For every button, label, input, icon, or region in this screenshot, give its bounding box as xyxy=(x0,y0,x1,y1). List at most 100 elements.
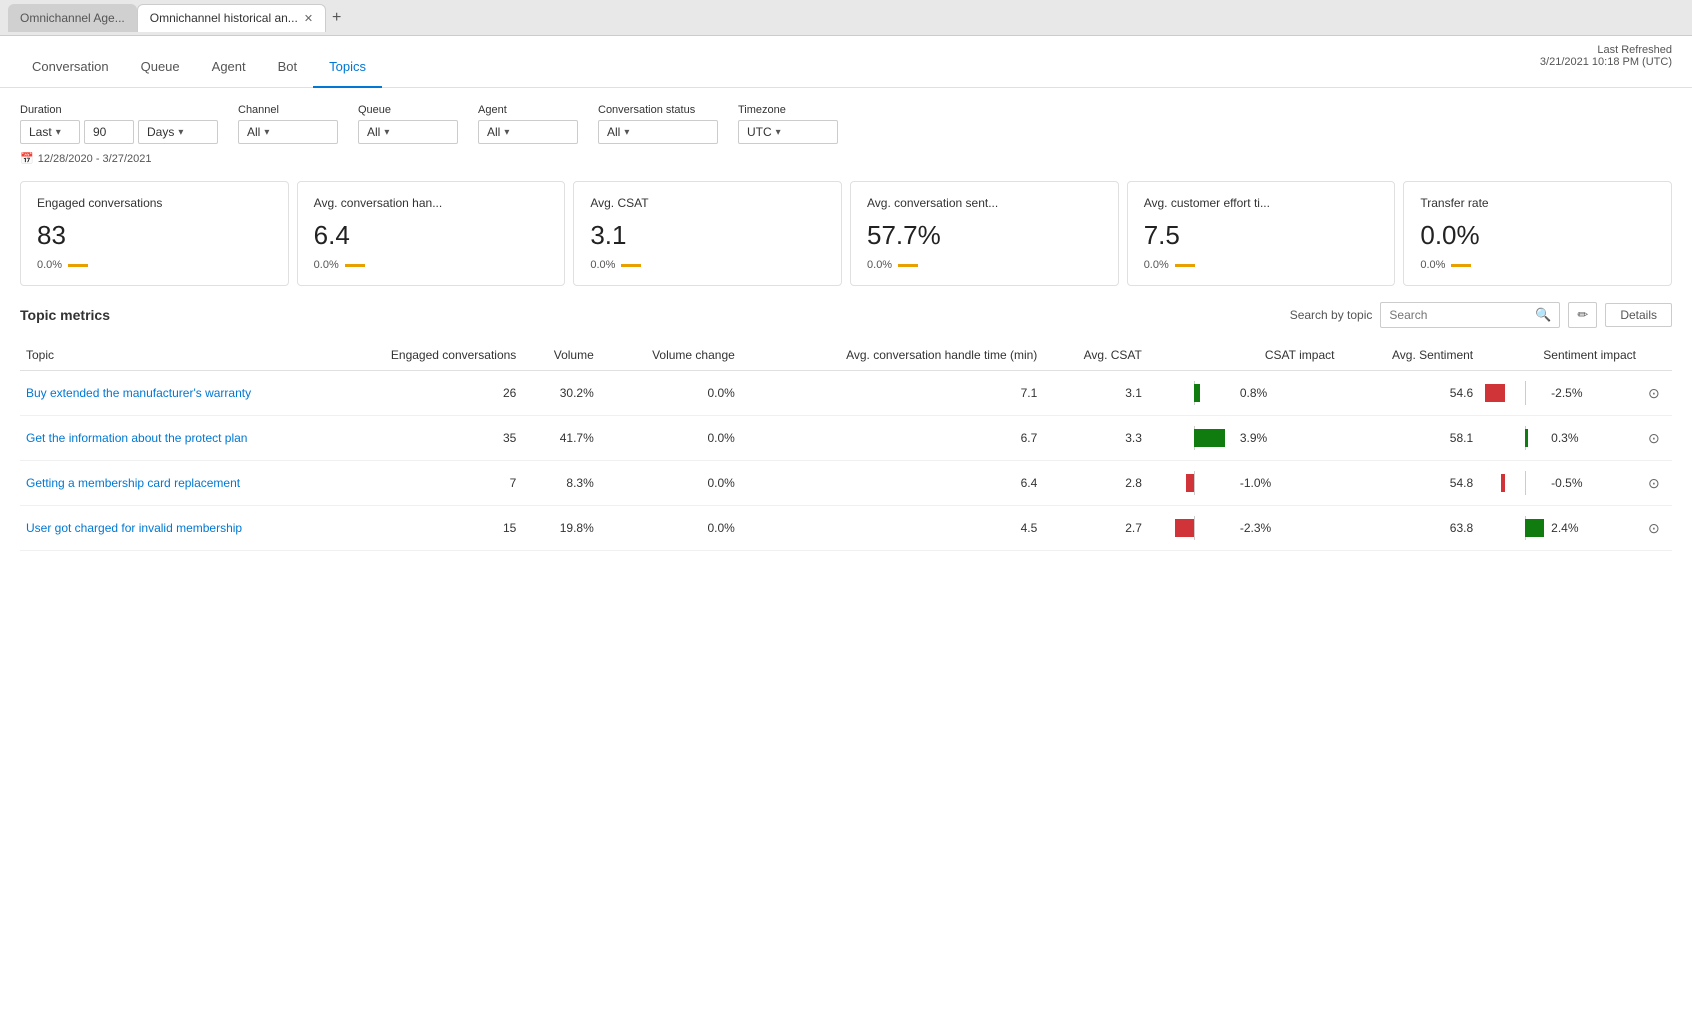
search-box[interactable]: 🔍 xyxy=(1380,302,1560,328)
sentiment-impact-cell: -2.5% xyxy=(1479,371,1642,416)
nav-conversation[interactable]: Conversation xyxy=(16,47,125,88)
avg-handle-time-cell: 6.4 xyxy=(741,461,1044,506)
row-copy-icon[interactable]: ⊙ xyxy=(1648,520,1660,536)
volume-change-cell: 0.0% xyxy=(600,506,741,551)
engaged-conv-cell: 15 xyxy=(318,506,523,551)
kpi-csat-bar xyxy=(621,264,641,267)
avg-csat-cell: 3.3 xyxy=(1043,416,1148,461)
col-csat-impact: CSAT impact xyxy=(1148,340,1341,371)
csat-impact-cell: -2.3% xyxy=(1148,506,1341,551)
csat-impact-value: 0.8% xyxy=(1240,386,1267,400)
volume-cell: 19.8% xyxy=(522,506,599,551)
csat-bar xyxy=(1194,384,1200,402)
row-action-cell: ⊙ xyxy=(1642,506,1672,551)
channel-label: Channel xyxy=(238,104,338,116)
csat-bar-container xyxy=(1154,426,1234,450)
avg-handle-time-cell: 7.1 xyxy=(741,371,1044,416)
queue-select[interactable]: All ▾ xyxy=(358,120,458,144)
tab-2[interactable]: Omnichannel historical an... ✕ xyxy=(137,4,326,32)
avg-handle-time-cell: 4.5 xyxy=(741,506,1044,551)
topic-name-cell[interactable]: Getting a membership card replacement xyxy=(20,461,318,506)
csat-impact-value: 3.9% xyxy=(1240,431,1267,445)
volume-cell: 8.3% xyxy=(522,461,599,506)
nav-bot[interactable]: Bot xyxy=(262,47,314,88)
duration-days-value-select[interactable]: 90 xyxy=(84,120,134,144)
volume-change-cell: 0.0% xyxy=(600,461,741,506)
duration-unit-chevron: ▾ xyxy=(178,127,183,138)
row-action-cell: ⊙ xyxy=(1642,371,1672,416)
kpi-transfer-rate: Transfer rate 0.0% 0.0% xyxy=(1403,181,1672,286)
row-copy-icon[interactable]: ⊙ xyxy=(1648,430,1660,446)
nav-topics[interactable]: Topics xyxy=(313,47,382,88)
row-copy-icon[interactable]: ⊙ xyxy=(1648,385,1660,401)
tab-2-close-icon[interactable]: ✕ xyxy=(304,12,313,25)
channel-select[interactable]: All ▾ xyxy=(238,120,338,144)
filter-icon-button[interactable]: ✏ xyxy=(1568,302,1597,328)
kpi-csat-title: Avg. CSAT xyxy=(590,196,825,210)
timezone-chevron: ▾ xyxy=(776,127,781,138)
channel-filter: Channel All ▾ xyxy=(238,104,338,144)
sentiment-bar xyxy=(1525,429,1527,447)
kpi-avg-csat: Avg. CSAT 3.1 0.0% xyxy=(573,181,842,286)
conv-status-select[interactable]: All ▾ xyxy=(598,120,718,144)
sentiment-bar-container xyxy=(1485,516,1545,540)
conv-status-label: Conversation status xyxy=(598,104,718,116)
queue-filter: Queue All ▾ xyxy=(358,104,458,144)
csat-bar xyxy=(1175,519,1193,537)
kpi-row: Engaged conversations 83 0.0% Avg. conve… xyxy=(20,181,1672,286)
topic-name-cell[interactable]: Buy extended the manufacturer's warranty xyxy=(20,371,318,416)
conv-status-filter: Conversation status All ▾ xyxy=(598,104,718,144)
agent-label: Agent xyxy=(478,104,578,116)
csat-bar xyxy=(1186,474,1194,492)
col-avg-handle-time: Avg. conversation handle time (min) xyxy=(741,340,1044,371)
kpi-effort-footer: 0.0% xyxy=(1144,259,1379,271)
last-refreshed: Last Refreshed 3/21/2021 10:18 PM (UTC) xyxy=(1540,44,1672,68)
kpi-sent-bar xyxy=(898,264,918,267)
avg-sentiment-cell: 54.6 xyxy=(1340,371,1479,416)
timezone-label: Timezone xyxy=(738,104,838,116)
search-input[interactable] xyxy=(1389,308,1531,322)
duration-unit-select[interactable]: Days ▾ xyxy=(138,120,218,144)
timezone-select[interactable]: UTC ▾ xyxy=(738,120,838,144)
sentiment-impact-value: -0.5% xyxy=(1551,476,1582,490)
last-refreshed-value: 3/21/2021 10:18 PM (UTC) xyxy=(1540,56,1672,68)
csat-bar-container xyxy=(1154,381,1234,405)
csat-impact-value: -2.3% xyxy=(1240,521,1271,535)
kpi-csat-change: 0.0% xyxy=(590,259,615,271)
kpi-engaged-conversations: Engaged conversations 83 0.0% xyxy=(20,181,289,286)
new-tab-button[interactable]: + xyxy=(326,9,347,27)
topic-name-cell[interactable]: User got charged for invalid membership xyxy=(20,506,318,551)
col-avg-csat: Avg. CSAT xyxy=(1043,340,1148,371)
search-area: Search by topic 🔍 ✏ Details xyxy=(1290,302,1672,328)
kpi-transfer-change: 0.0% xyxy=(1420,259,1445,271)
kpi-avg-handle-title: Avg. conversation han... xyxy=(314,196,549,210)
search-icon: 🔍 xyxy=(1535,307,1551,323)
timezone-filter: Timezone UTC ▾ xyxy=(738,104,838,144)
nav-agent[interactable]: Agent xyxy=(196,47,262,88)
content-area[interactable]: Duration Last ▾ 90 Days ▾ Channel xyxy=(0,88,1692,1028)
tab-1[interactable]: Omnichannel Age... xyxy=(8,4,137,32)
agent-select[interactable]: All ▾ xyxy=(478,120,578,144)
sentiment-bar-midline xyxy=(1525,471,1526,495)
sentiment-impact-value: 2.4% xyxy=(1551,521,1578,535)
topic-name-cell[interactable]: Get the information about the protect pl… xyxy=(20,416,318,461)
topic-table: Topic Engaged conversations Volume Volum… xyxy=(20,340,1672,551)
duration-label: Duration xyxy=(20,104,218,116)
duration-last-select[interactable]: Last ▾ xyxy=(20,120,80,144)
nav-queue[interactable]: Queue xyxy=(125,47,196,88)
filter-row: Duration Last ▾ 90 Days ▾ Channel xyxy=(20,104,1672,144)
kpi-engaged-footer: 0.0% xyxy=(37,259,272,271)
volume-change-cell: 0.0% xyxy=(600,371,741,416)
avg-csat-cell: 2.8 xyxy=(1043,461,1148,506)
volume-change-cell: 0.0% xyxy=(600,416,741,461)
duration-filter: Duration Last ▾ 90 Days ▾ xyxy=(20,104,218,144)
col-volume-change: Volume change xyxy=(600,340,741,371)
tab-2-label: Omnichannel historical an... xyxy=(150,11,298,25)
kpi-csat-value: 3.1 xyxy=(590,220,825,251)
details-button[interactable]: Details xyxy=(1605,303,1672,327)
sentiment-bar xyxy=(1485,384,1505,402)
table-body: Buy extended the manufacturer's warranty… xyxy=(20,371,1672,551)
sentiment-bar-midline xyxy=(1525,381,1526,405)
kpi-effort-value: 7.5 xyxy=(1144,220,1379,251)
row-copy-icon[interactable]: ⊙ xyxy=(1648,475,1660,491)
